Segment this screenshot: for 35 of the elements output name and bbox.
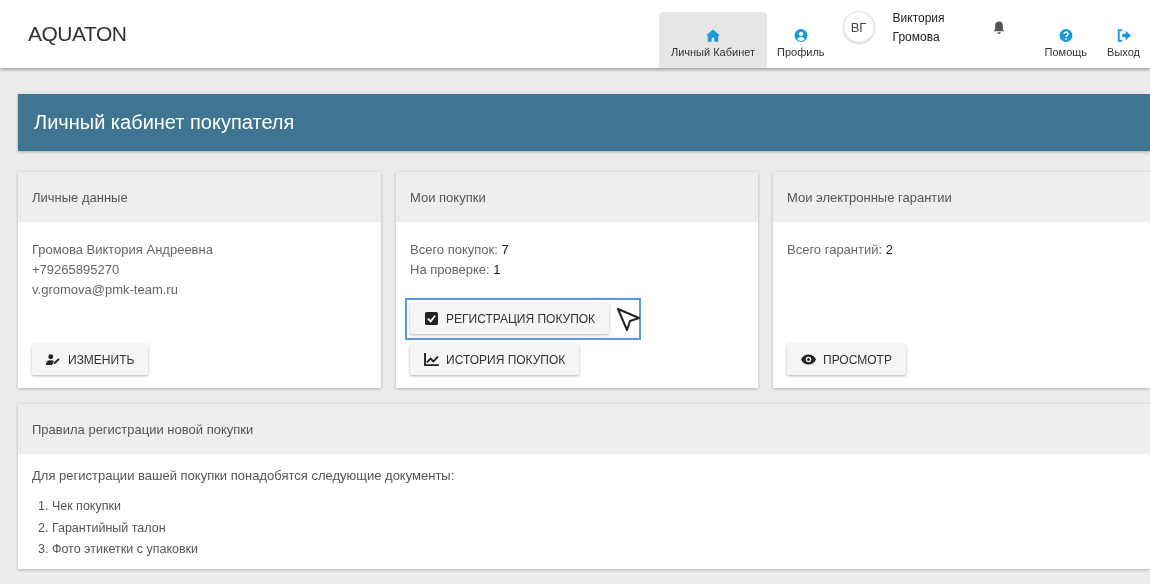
info-text: На проверке: 1	[410, 261, 502, 279]
user-name[interactable]: Виктория Громова	[892, 10, 945, 44]
action-button[interactable]: ИЗМЕНИТЬ	[32, 344, 149, 375]
eye-icon	[801, 353, 816, 366]
nav-tab[interactable]: Личный Кабинет	[658, 12, 768, 68]
info-text: v.gromova@pmk-team.ru	[32, 281, 179, 299]
info-text: Громова Виктория Андреевна	[32, 241, 214, 259]
checkbox-icon	[424, 312, 439, 325]
logo[interactable]: AQUATON	[28, 22, 127, 46]
action-button[interactable]: ИСТОРИЯ ПОКУПОК	[410, 344, 580, 375]
nav-link[interactable]: Выход	[1097, 12, 1150, 68]
intro-text: Для регистрации вашей покупки понадобятся следующие документы:	[32, 468, 456, 483]
card-header: Мои покупки	[396, 172, 758, 222]
action-button[interactable]: ПРОСМОТР	[787, 344, 906, 375]
list-item: 2. Гарантийный талон	[38, 519, 167, 537]
info-text: Всего покупок: 7	[410, 241, 510, 259]
nav-tab[interactable]: Профиль	[767, 12, 835, 68]
chart-line-icon	[424, 353, 439, 366]
list-item: 3. Фото этикетки с упаковки	[38, 541, 200, 558]
exit-icon	[1116, 28, 1131, 42]
cursor-arrow-icon	[617, 308, 642, 332]
nav-link[interactable]: Помощь	[1034, 12, 1098, 68]
list-item: 1. Чек покупки	[38, 498, 122, 515]
info-text: Всего гарантий: 2	[787, 241, 894, 259]
bell-icon	[992, 19, 1005, 35]
card-header: Правила регистрации новой покупки	[18, 404, 1150, 454]
page-title: Личный кабинет покупателя	[34, 111, 295, 134]
info-text: +79265895270	[32, 261, 121, 279]
user-circle-icon	[793, 28, 808, 42]
user-edit-icon	[46, 353, 61, 366]
help-icon	[1058, 28, 1073, 42]
home-icon	[706, 28, 720, 42]
card-header: Личные данные	[18, 172, 381, 222]
card-header: Мои электронные гарантии	[773, 172, 1150, 222]
action-button[interactable]: РЕГИСТРАЦИЯ ПОКУПОК	[410, 303, 610, 334]
